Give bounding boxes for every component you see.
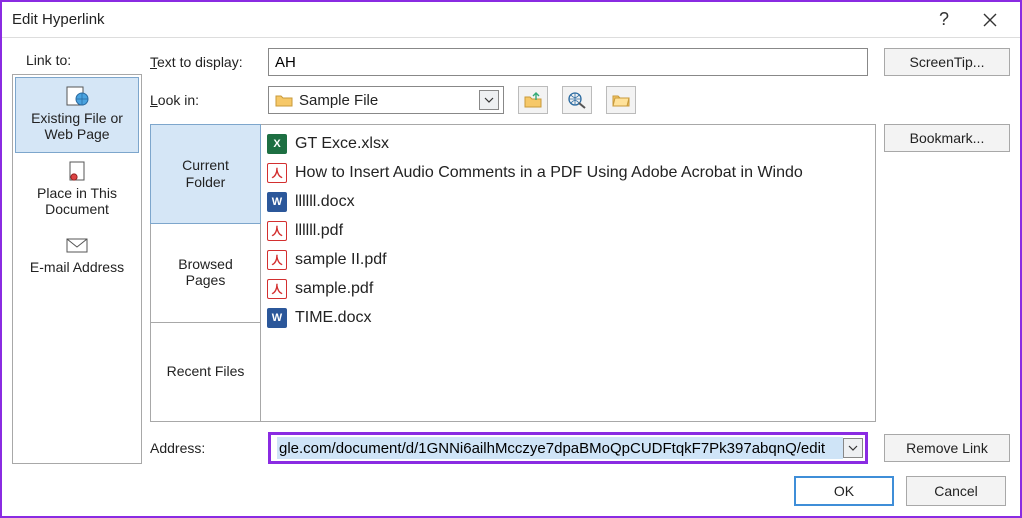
look-in-select[interactable]: Sample File [268, 86, 504, 114]
ok-button[interactable]: OK [794, 476, 894, 506]
list-item[interactable]: W TIME.docx [267, 303, 869, 332]
file-name: GT Exce.xlsx [295, 135, 389, 153]
close-button[interactable] [968, 5, 1012, 35]
file-list[interactable]: X GT Exce.xlsx 人 How to Insert Audio Commen… [260, 124, 876, 422]
link-to-label: Link to: [26, 52, 142, 68]
address-label: Address: [150, 440, 260, 456]
pdf-file-icon: 人 [267, 250, 287, 270]
list-item[interactable]: X GT Exce.xlsx [267, 129, 869, 158]
file-name: llllll.docx [295, 193, 355, 211]
tab-current-folder[interactable]: Current Folder [150, 124, 261, 224]
link-to-item-label: Existing File or Web Page [31, 110, 123, 142]
file-name: How to Insert Audio Comments in a PDF Us… [295, 164, 803, 182]
link-to-place-in-doc[interactable]: Place in This Document [15, 153, 139, 227]
address-combobox[interactable] [268, 432, 868, 464]
pdf-file-icon: 人 [267, 279, 287, 299]
link-to-panel: Existing File or Web Page Place in This … [12, 74, 142, 464]
list-item[interactable]: Wllllll.docx [267, 187, 869, 216]
link-to-item-label: E-mail Address [30, 259, 124, 275]
bookmark-button[interactable]: Bookmark... [884, 124, 1010, 152]
email-icon [64, 233, 90, 257]
up-one-level-button[interactable] [518, 86, 548, 114]
xlsx-file-icon: X [267, 134, 287, 154]
list-item[interactable]: 人 How to Insert Audio Comments in a PDF U… [267, 158, 869, 187]
titlebar: Edit Hyperlink ? [2, 2, 1020, 38]
pdf-file-icon: 人 [267, 221, 287, 241]
tab-recent-files[interactable]: Recent Files [151, 323, 260, 421]
folder-icon [275, 93, 293, 107]
link-to-existing-file[interactable]: Existing File or Web Page [15, 77, 139, 153]
screentip-button[interactable]: ScreenTip... [884, 48, 1010, 76]
doc-place-icon [64, 159, 90, 183]
help-button[interactable]: ? [922, 5, 966, 35]
file-name: sample.pdf [295, 280, 373, 298]
pdf-file-icon: 人 [267, 163, 287, 183]
text-to-display-input[interactable] [268, 48, 868, 76]
look-in-label: Look in: [150, 92, 260, 108]
browse-file-button[interactable] [606, 86, 636, 114]
list-item[interactable]: 人 sample.pdf [267, 274, 869, 303]
link-to-item-label: Place in This Document [37, 185, 117, 217]
remove-link-button[interactable]: Remove Link [884, 434, 1010, 462]
address-input[interactable] [277, 437, 843, 459]
globe-file-icon [64, 84, 90, 108]
file-name: llllll.pdf [295, 222, 343, 240]
edit-hyperlink-dialog: Edit Hyperlink ? Link to: Existing File … [0, 0, 1022, 518]
link-to-email[interactable]: E-mail Address [15, 227, 139, 285]
list-item[interactable]: 人 sample II.pdf [267, 245, 869, 274]
tab-browsed-pages[interactable]: Browsed Pages [151, 223, 260, 322]
text-to-display-label: Text to display: [150, 54, 260, 70]
cancel-button[interactable]: Cancel [906, 476, 1006, 506]
chevron-down-icon[interactable] [479, 90, 499, 110]
list-item[interactable]: 人 llllll.pdf [267, 216, 869, 245]
look-in-value: Sample File [299, 92, 473, 109]
window-title: Edit Hyperlink [12, 11, 920, 28]
dialog-footer: OK Cancel [2, 468, 1020, 516]
file-name: sample II.pdf [295, 251, 387, 269]
docx-file-icon: W [267, 192, 287, 212]
browse-web-button[interactable] [562, 86, 592, 114]
file-name: TIME.docx [295, 309, 371, 327]
chevron-down-icon[interactable] [843, 438, 863, 458]
docx-file-icon: W [267, 308, 287, 328]
